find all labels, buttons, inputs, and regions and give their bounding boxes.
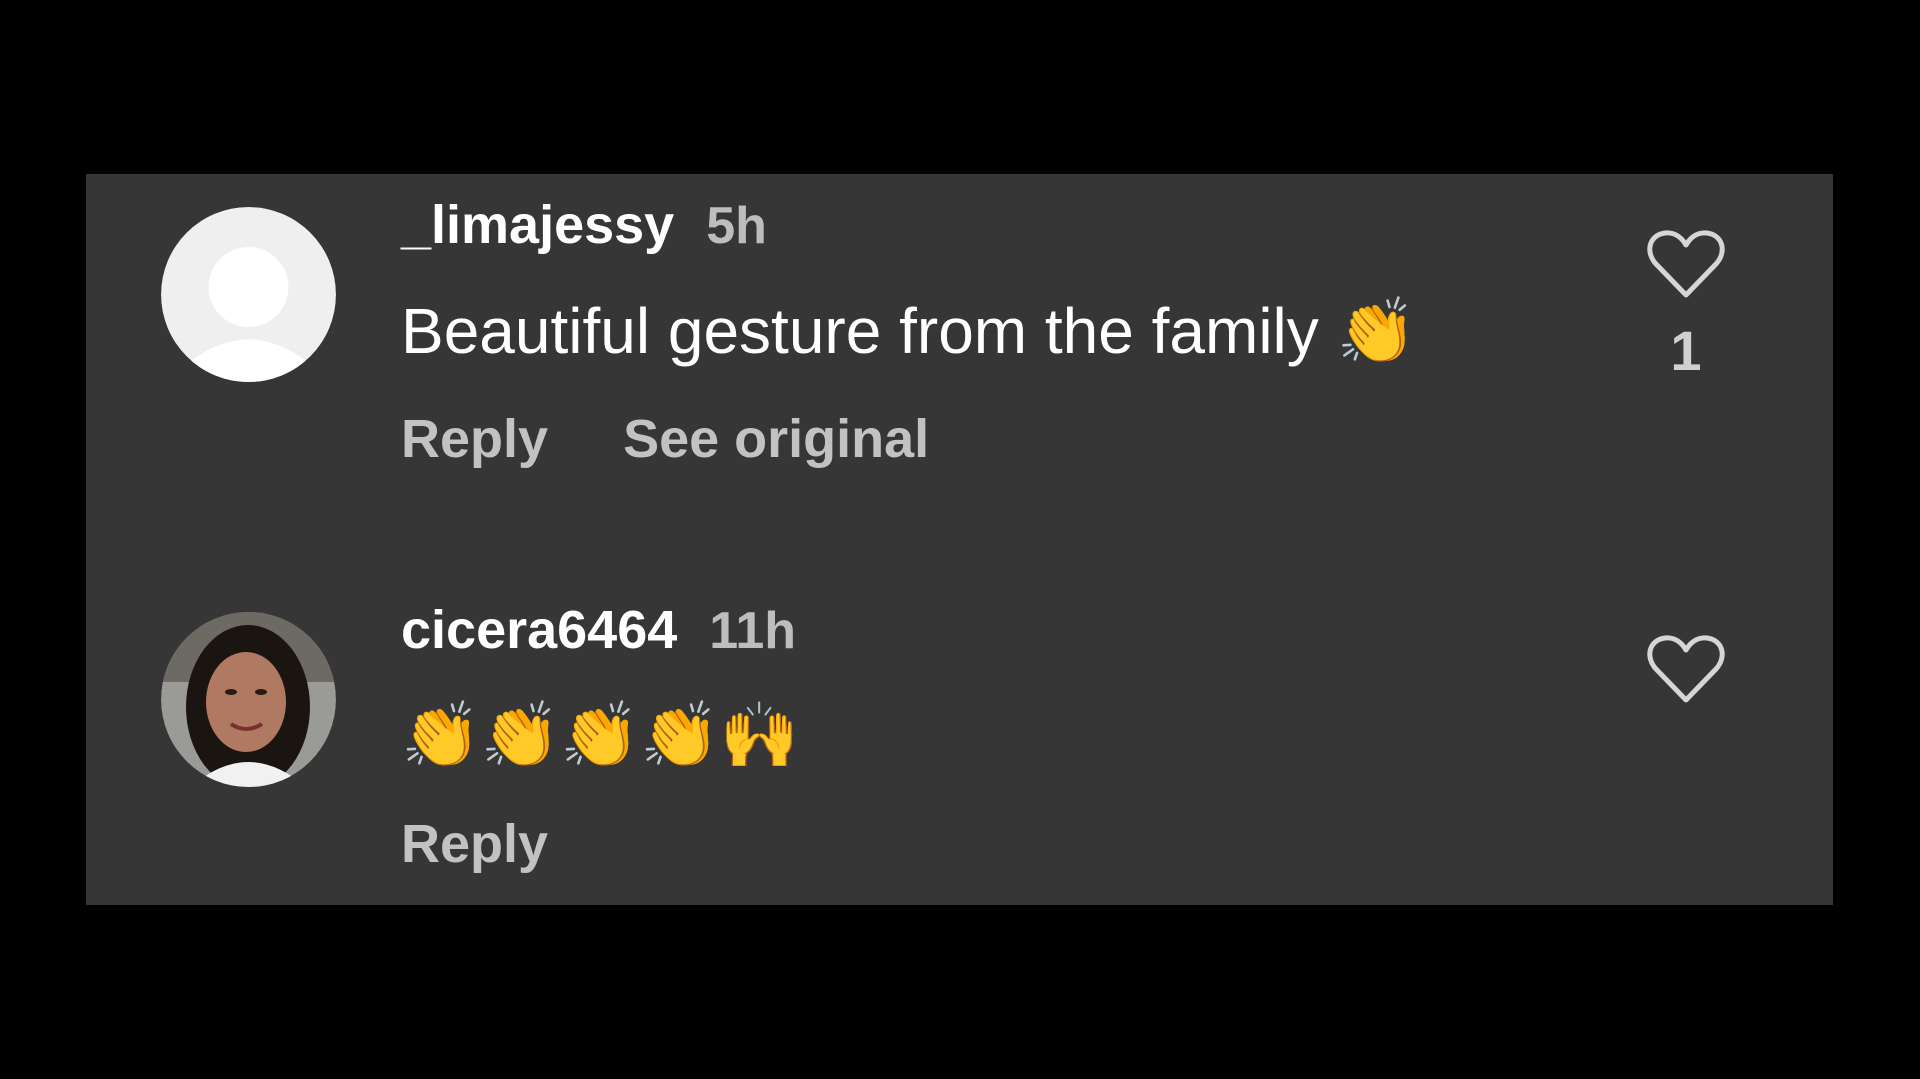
comment-item: _limajessy 5h Beautiful gesture from the …: [86, 174, 1833, 574]
avatar[interactable]: [161, 612, 336, 787]
default-avatar-icon: [161, 207, 336, 382]
comment-header: _limajessy 5h: [401, 198, 767, 252]
see-original-button[interactable]: See original: [623, 409, 929, 469]
avatar[interactable]: [161, 207, 336, 382]
heart-icon[interactable]: [1647, 634, 1725, 704]
like-control: [1646, 634, 1726, 704]
username[interactable]: _limajessy: [401, 195, 674, 255]
comment-header: cicera6464 11h: [401, 603, 796, 657]
user-photo-avatar: [161, 612, 336, 787]
heart-icon[interactable]: [1647, 229, 1725, 299]
username[interactable]: cicera6464: [401, 600, 677, 660]
comment-item: cicera6464 11h 👏👏👏👏🙌 Reply: [86, 579, 1833, 905]
comment-actions: Reply See original: [401, 412, 1004, 466]
like-control: 1: [1646, 229, 1726, 379]
comment-text: 👏👏👏👏🙌: [401, 699, 800, 773]
reply-button[interactable]: Reply: [401, 814, 548, 874]
timestamp: 5h: [706, 197, 767, 255]
comments-panel: _limajessy 5h Beautiful gesture from the …: [86, 174, 1833, 905]
comment-actions: Reply: [401, 817, 623, 871]
reply-button[interactable]: Reply: [401, 409, 548, 469]
comment-text: Beautiful gesture from the family 👏: [401, 295, 1417, 367]
timestamp: 11h: [709, 602, 797, 660]
like-count: 1: [1670, 319, 1702, 382]
